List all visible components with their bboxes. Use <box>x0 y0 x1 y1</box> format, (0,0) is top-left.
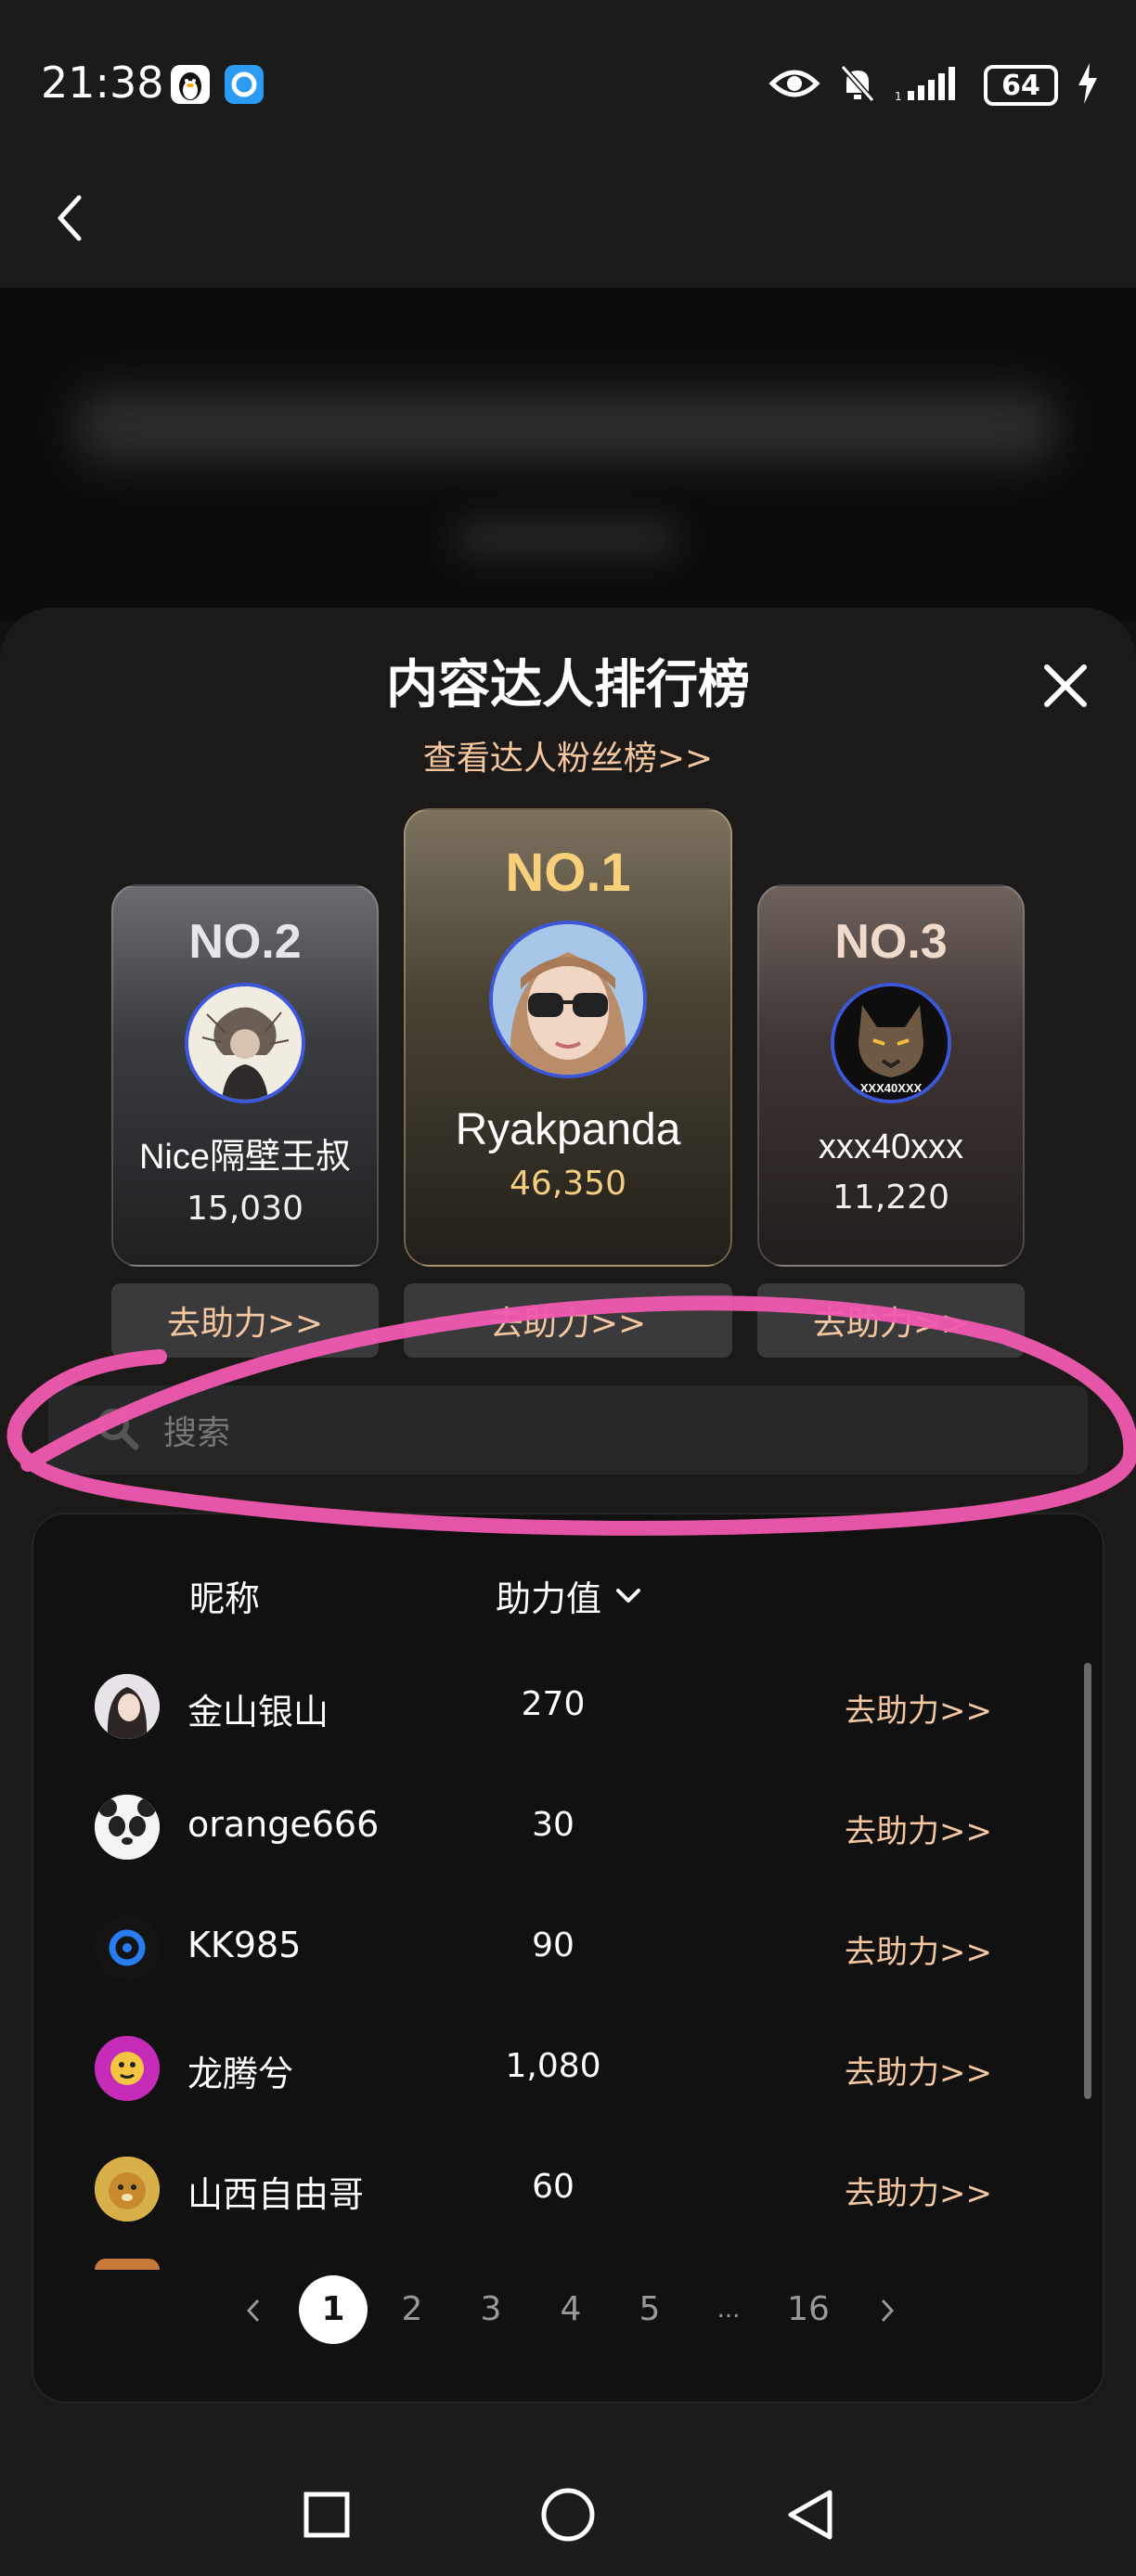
status-bar: 21:38 1 64 <box>0 0 1136 167</box>
table-row: orange666 30 去助力>> <box>33 1784 1103 1876</box>
page-button-1[interactable]: 1 <box>299 2275 368 2344</box>
row-score: 90 <box>532 1926 574 1964</box>
mute-bell-icon <box>839 63 876 108</box>
row-boost-button[interactable]: 去助力>> <box>845 2168 992 2213</box>
row-nickname: 金山银山 <box>187 1692 329 1732</box>
square-icon <box>303 2492 350 2538</box>
top-user-score: 15,030 <box>187 1190 303 1228</box>
row-boost-button[interactable]: 去助力>> <box>845 1685 992 1731</box>
system-back-button[interactable] <box>772 2478 846 2552</box>
boost-button-rank-1[interactable]: 去助力>> <box>404 1283 732 1358</box>
page-button-5[interactable]: 5 <box>615 2275 684 2344</box>
row-nickname: orange666 <box>187 1804 380 1845</box>
page-button-2[interactable]: 2 <box>378 2275 446 2344</box>
page-button-16[interactable]: 16 <box>774 2275 843 2344</box>
avatar[interactable] <box>95 2157 160 2222</box>
avatar[interactable] <box>95 1915 160 1980</box>
svg-text:1: 1 <box>895 90 902 102</box>
signal-icon: 1 <box>895 65 965 106</box>
top-user-name: Ryakpanda <box>455 1105 681 1154</box>
table-row: 山西自由哥 60 去助力>> <box>33 2145 1103 2238</box>
row-nickname: 山西自由哥 <box>187 2174 365 2215</box>
list-header: 昵称 助力值 <box>33 1570 1103 1626</box>
column-header-score-label: 助力值 <box>496 1578 602 1619</box>
leaderboard-modal: 内容达人排行榜 查看达人粉丝榜>> NO.2 Nice隔壁王叔 15,030 N… <box>0 608 1136 2464</box>
podium-card-rank-3: NO.3 XXX40XXX xxx40xxx 11,220 <box>757 884 1025 1267</box>
chevron-down-icon <box>616 1588 641 1603</box>
top-user-score: 11,220 <box>833 1179 949 1217</box>
ranking-list-panel: 昵称 助力值 金山银山 270 去助力>> orange666 30 去助力>> <box>32 1513 1104 2403</box>
avatar[interactable] <box>185 983 305 1103</box>
column-header-score-sort[interactable]: 助力值 <box>496 1570 642 1621</box>
svg-text:XXX40XXX: XXX40XXX <box>860 1081 923 1095</box>
top-user-score: 46,350 <box>510 1165 626 1203</box>
table-row: KK985 90 去助力>> <box>33 1904 1103 1997</box>
scrollbar[interactable] <box>1084 1663 1091 2099</box>
prev-page-button[interactable] <box>219 2275 288 2344</box>
rank-label: NO.1 <box>505 843 631 903</box>
table-row: 龙腾兮 1,080 去助力>> <box>33 2025 1103 2118</box>
qq-penguin-icon <box>171 65 210 104</box>
search-input[interactable]: 搜索 <box>48 1385 1088 1475</box>
row-score: 1,080 <box>505 2047 601 2085</box>
boost-button-rank-2[interactable]: 去助力>> <box>111 1283 379 1358</box>
home-button[interactable] <box>531 2478 605 2552</box>
podium-card-rank-2: NO.2 Nice隔壁王叔 15,030 <box>111 884 379 1267</box>
avatar[interactable] <box>95 1674 160 1739</box>
recent-apps-button[interactable] <box>290 2478 364 2552</box>
app-notification-icon <box>225 65 264 104</box>
blurred-subtitle <box>455 520 678 557</box>
page-button-3[interactable]: 3 <box>457 2275 525 2344</box>
chevron-right-icon <box>881 2299 895 2323</box>
blurred-page-header <box>0 288 1136 622</box>
search-placeholder: 搜索 <box>163 1414 231 1452</box>
top-user-name: xxx40xxx <box>818 1127 964 1166</box>
close-icon <box>1044 664 1087 707</box>
chevron-left-icon <box>58 195 82 241</box>
row-score: 270 <box>521 1685 586 1723</box>
podium-card-rank-1: NO.1 Ryakpanda 46,350 <box>404 808 732 1267</box>
page-ellipsis: ... <box>716 2296 741 2324</box>
column-header-nickname: 昵称 <box>189 1578 261 1619</box>
circle-icon <box>541 2488 595 2542</box>
row-nickname: 龙腾兮 <box>187 2054 294 2094</box>
avatar[interactable] <box>95 2036 160 2101</box>
battery-indicator: 64 <box>984 65 1058 106</box>
modal-title: 内容达人排行榜 <box>386 655 750 715</box>
top-user-name: Nice隔壁王叔 <box>138 1138 352 1177</box>
status-time: 21:38 <box>41 58 164 108</box>
fans-ranking-link[interactable]: 查看达人粉丝榜>> <box>0 731 1136 779</box>
status-indicators: 1 64 <box>768 58 1099 113</box>
system-navigation-bar <box>0 2450 1136 2576</box>
row-nickname: KK985 <box>187 1925 302 1965</box>
row-score: 60 <box>532 2168 574 2206</box>
avatar-partially-hidden <box>95 2259 160 2270</box>
rank-label: NO.2 <box>188 915 302 969</box>
avatar[interactable] <box>489 921 647 1078</box>
avatar[interactable]: XXX40XXX <box>831 983 951 1103</box>
table-row: 金山银山 270 去助力>> <box>33 1663 1103 1756</box>
avatar[interactable] <box>95 1795 160 1860</box>
row-score: 30 <box>532 1806 574 1844</box>
close-button[interactable] <box>1039 660 1091 712</box>
row-boost-button[interactable]: 去助力>> <box>845 1806 992 1851</box>
triangle-back-icon <box>788 2490 833 2540</box>
pagination: 1 2 3 4 5 ... 16 <box>33 2275 1103 2350</box>
row-boost-button[interactable]: 去助力>> <box>845 2047 992 2093</box>
charging-bolt-icon <box>1077 63 1099 108</box>
eye-icon <box>768 65 820 106</box>
top-navigation <box>0 167 1136 288</box>
blurred-title <box>74 390 1058 464</box>
back-button[interactable] <box>37 186 102 251</box>
row-boost-button[interactable]: 去助力>> <box>845 1926 992 1972</box>
rank-label: NO.3 <box>834 915 948 969</box>
search-icon <box>93 1404 141 1456</box>
next-page-button[interactable] <box>853 2275 922 2344</box>
chevron-left-icon <box>246 2299 260 2323</box>
boost-button-rank-3[interactable]: 去助力>> <box>757 1283 1025 1358</box>
page-button-4[interactable]: 4 <box>536 2275 605 2344</box>
